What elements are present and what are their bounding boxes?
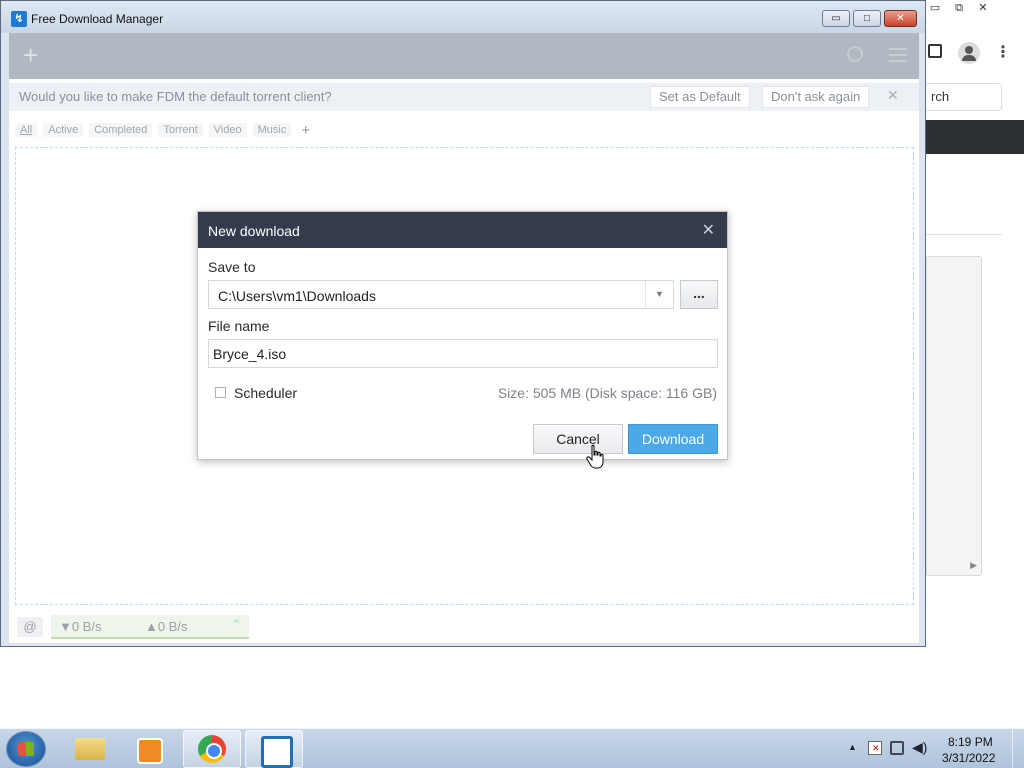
- profile-icon[interactable]: [958, 42, 980, 64]
- browser-minimize-button[interactable]: ▭: [924, 0, 946, 16]
- hand-cursor-icon: [586, 444, 604, 469]
- scroll-right-icon[interactable]: ▶: [970, 560, 977, 571]
- banner-close-icon[interactable]: ✕: [887, 87, 899, 104]
- main-toolbar: +: [9, 33, 919, 79]
- speed-panel[interactable]: ▼0 B/s ▲0 B/s ⌃: [51, 615, 249, 639]
- chevron-down-icon[interactable]: ▼: [645, 281, 673, 308]
- tab-torrent[interactable]: Torrent: [158, 123, 203, 137]
- side-panel-icon[interactable]: [928, 44, 942, 58]
- window-controls: ▭ □ ✕: [822, 10, 917, 27]
- chrome-icon[interactable]: [183, 730, 241, 768]
- window-titlebar[interactable]: ↯ Free Download Manager ▭ □ ✕: [1, 1, 925, 33]
- background-browser-window: ▭ ⧉ ✕ ⋮ rch ▶: [920, 0, 1024, 580]
- dialog-header[interactable]: New download ✕: [198, 212, 727, 248]
- fdm-app-icon: ↯: [11, 11, 27, 27]
- minimize-button[interactable]: ▭: [822, 10, 850, 27]
- browser-content-panel: ▶: [926, 256, 982, 576]
- browser-close-button[interactable]: ✕: [972, 0, 994, 16]
- file-name-input[interactable]: [208, 339, 718, 368]
- dont-ask-again-button[interactable]: Don't ask again: [762, 86, 870, 108]
- file-name-label: File name: [208, 318, 270, 334]
- maximize-button[interactable]: □: [853, 10, 881, 27]
- network-icon[interactable]: [890, 741, 904, 755]
- clock-time[interactable]: 8:19 PM: [948, 735, 993, 749]
- tab-completed[interactable]: Completed: [89, 123, 153, 137]
- status-bar: @ ▼0 B/s ▲0 B/s ⌃: [9, 611, 919, 641]
- browser-window-controls: ▭ ⧉ ✕: [924, 0, 994, 18]
- media-player-icon[interactable]: [120, 730, 178, 768]
- browser-search-box[interactable]: rch: [922, 83, 1002, 111]
- scheduler-label[interactable]: Scheduler: [234, 385, 297, 401]
- menu-icon[interactable]: [889, 48, 907, 62]
- window-title: Free Download Manager: [31, 12, 164, 26]
- clock-date[interactable]: 3/31/2022: [942, 751, 995, 765]
- action-center-icon[interactable]: [868, 741, 882, 755]
- search-icon[interactable]: [847, 46, 863, 62]
- file-explorer-icon[interactable]: [60, 730, 118, 768]
- default-torrent-banner: Would you like to make FDM the default t…: [9, 83, 919, 111]
- new-download-dialog: New download ✕ Save to C:\Users\vm1\Down…: [197, 211, 728, 460]
- taskbar: ▲ ◀) 8:19 PM 3/31/2022: [0, 728, 1024, 768]
- download-speed: ▼0 B/s: [59, 619, 102, 634]
- dialog-title: New download: [208, 223, 300, 239]
- fdm-taskbar-icon[interactable]: [245, 730, 303, 768]
- dialog-close-icon[interactable]: ✕: [702, 220, 715, 240]
- system-tray: ▲ ◀) 8:19 PM 3/31/2022: [834, 729, 1024, 768]
- browser-menu-icon[interactable]: ⋮: [992, 42, 1014, 64]
- show-desktop-button[interactable]: [1012, 729, 1024, 768]
- upload-speed: ▲0 B/s: [145, 619, 188, 634]
- save-to-label: Save to: [208, 259, 256, 275]
- filter-tabs: All Active Completed Torrent Video Music…: [15, 121, 314, 139]
- browser-restore-button[interactable]: ⧉: [948, 0, 970, 16]
- volume-icon[interactable]: ◀): [912, 739, 927, 756]
- browser-dark-banner: [920, 120, 1024, 154]
- snail-mode-icon[interactable]: @: [17, 617, 43, 637]
- close-button[interactable]: ✕: [884, 10, 917, 27]
- add-tag-icon[interactable]: +: [297, 122, 314, 139]
- save-to-select[interactable]: C:\Users\vm1\Downloads ▼: [208, 280, 674, 309]
- scheduler-checkbox[interactable]: [215, 387, 226, 398]
- show-hidden-icons-icon[interactable]: ▲: [848, 742, 857, 752]
- set-as-default-button[interactable]: Set as Default: [650, 86, 750, 108]
- chevron-up-icon[interactable]: ⌃: [231, 617, 242, 633]
- torrent-question-text: Would you like to make FDM the default t…: [19, 89, 332, 104]
- browser-toolbar: ⋮: [920, 38, 1024, 68]
- download-button[interactable]: Download: [628, 424, 718, 454]
- browse-button[interactable]: ...: [680, 280, 718, 309]
- cancel-button[interactable]: Cancel: [533, 424, 623, 454]
- save-to-path: C:\Users\vm1\Downloads: [218, 288, 376, 304]
- size-info: Size: 505 MB (Disk space: 116 GB): [497, 385, 717, 401]
- tab-active[interactable]: Active: [43, 123, 84, 137]
- start-button[interactable]: [6, 731, 46, 767]
- tab-all[interactable]: All: [15, 123, 38, 137]
- divider: [926, 234, 1002, 235]
- tab-video[interactable]: Video: [208, 123, 247, 137]
- add-download-icon[interactable]: +: [23, 42, 38, 68]
- tab-music[interactable]: Music: [252, 123, 292, 137]
